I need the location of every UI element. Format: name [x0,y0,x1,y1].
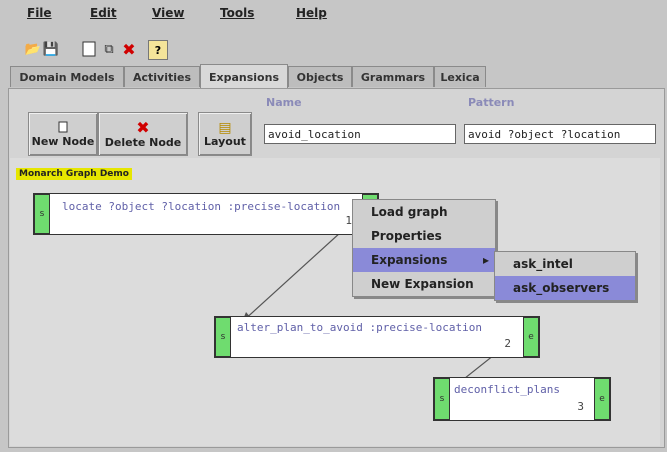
node-3-number: 3 [577,400,584,413]
graph-node-1[interactable]: s e locate ?object ?location :precise-lo… [33,193,379,235]
ctx-load-graph[interactable]: Load graph [353,200,495,224]
node-1-number: 1 [345,214,352,227]
graph-node-2[interactable]: s e alter_plan_to_avoid :precise-locatio… [214,316,540,358]
node-2-number: 2 [504,337,511,350]
submenu-arrow-icon: ▸ [482,253,489,267]
ctx-properties[interactable]: Properties [353,224,495,248]
ctx-expansions-label: Expansions [371,253,448,267]
submenu-ask-intel[interactable]: ask_intel [495,252,635,276]
ctx-expansions[interactable]: Expansions ▸ [353,248,495,272]
node-3-right-port[interactable]: e [594,378,610,420]
node-1-left-port[interactable]: s [34,194,50,234]
edge-1-2 [241,221,353,323]
node-3-label: deconflict_plans [454,383,560,396]
expansions-submenu: ask_intel ask_observers [494,251,636,301]
ctx-new-expansion[interactable]: New Expansion [353,272,495,296]
graph-node-3[interactable]: s e deconflict_plans 3 [433,377,611,421]
context-menu: Load graph Properties Expansions ▸ New E… [352,199,496,297]
node-3-left-port[interactable]: s [434,378,450,420]
submenu-ask-observers[interactable]: ask_observers [495,276,635,300]
node-1-label: locate ?object ?location :precise-locati… [62,200,341,213]
node-2-label: alter_plan_to_avoid :precise-location [237,321,483,334]
node-2-left-port[interactable]: s [215,317,231,357]
node-2-right-port[interactable]: e [523,317,539,357]
